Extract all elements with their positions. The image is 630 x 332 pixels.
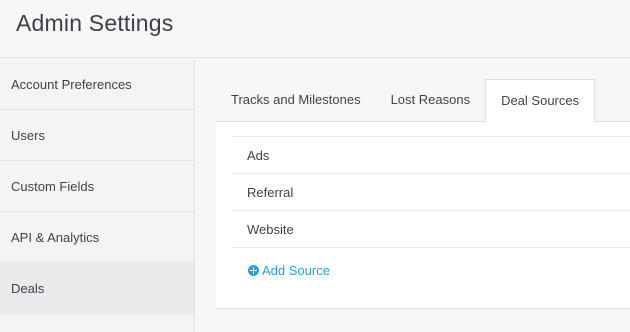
sidebar-item-api-analytics[interactable]: API & Analytics (0, 212, 194, 263)
sidebar-item-custom-fields[interactable]: Custom Fields (0, 161, 194, 212)
source-list: Ads Referral Website (232, 136, 630, 248)
list-item[interactable]: Website (232, 211, 630, 248)
tab-bar: Tracks and Milestones Lost Reasons Deal … (216, 79, 596, 122)
page-header: Admin Settings (0, 0, 630, 58)
plus-circle-icon (248, 264, 259, 276)
add-source-label: Add Source (262, 262, 330, 278)
list-item[interactable]: Ads (232, 137, 630, 174)
add-source-button[interactable]: Add Source (248, 261, 330, 279)
tab-deal-sources[interactable]: Deal Sources (485, 79, 596, 122)
deal-sources-panel: Ads Referral Website Add Source (216, 121, 630, 309)
sidebar-item-deals[interactable]: Deals (0, 263, 194, 314)
page-title: Admin Settings (16, 10, 174, 36)
main-content: Tracks and Milestones Lost Reasons Deal … (196, 59, 630, 332)
sidebar-item-account-preferences[interactable]: Account Preferences (0, 59, 194, 110)
tab-lost-reasons[interactable]: Lost Reasons (376, 79, 486, 121)
tab-tracks-and-milestones[interactable]: Tracks and Milestones (216, 79, 376, 121)
sidebar-item-users[interactable]: Users (0, 110, 194, 161)
list-item[interactable]: Referral (232, 174, 630, 211)
sidebar: Account Preferences Users Custom Fields … (0, 59, 195, 332)
